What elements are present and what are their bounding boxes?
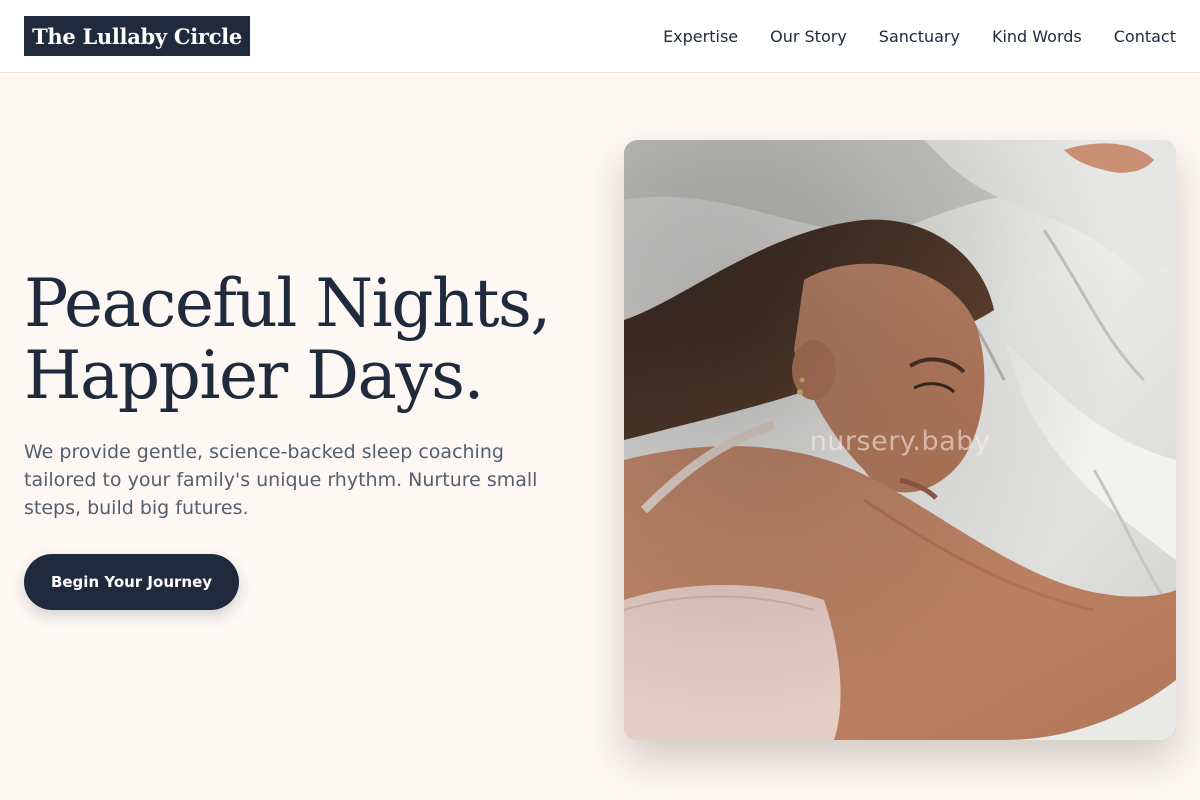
site-header: The Lullaby Circle Expertise Our Story S… — [0, 0, 1200, 73]
hero-headline-line-2: Happier Days. — [24, 337, 485, 414]
main-nav: Expertise Our Story Sanctuary Kind Words… — [663, 0, 1176, 72]
begin-journey-button[interactable]: Begin Your Journey — [24, 554, 239, 610]
nav-link-contact[interactable]: Contact — [1114, 27, 1176, 46]
hero-headline-line-1: Peaceful Nights, — [24, 265, 551, 342]
nav-link-expertise[interactable]: Expertise — [663, 27, 738, 46]
hero-headline: Peaceful Nights, Happier Days. — [24, 268, 584, 412]
hero-image: nursery.baby — [624, 140, 1176, 740]
site-logo[interactable]: The Lullaby Circle — [24, 16, 250, 56]
nav-link-our-story[interactable]: Our Story — [770, 27, 847, 46]
image-watermark: nursery.baby — [809, 426, 991, 457]
nav-link-sanctuary[interactable]: Sanctuary — [879, 27, 960, 46]
hero-subtext: We provide gentle, science-backed sleep … — [24, 441, 538, 519]
nav-link-kind-words[interactable]: Kind Words — [992, 27, 1082, 46]
